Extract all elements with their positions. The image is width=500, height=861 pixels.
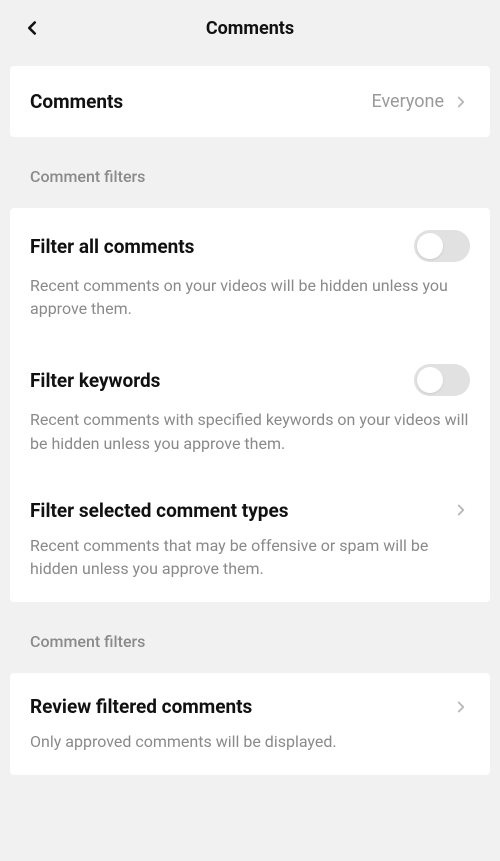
comments-value: Everyone (371, 91, 444, 112)
chevron-right-icon (452, 93, 470, 111)
chevron-right-icon (452, 501, 470, 519)
filter-all-comments-title: Filter all comments (30, 235, 194, 258)
back-button[interactable] (20, 16, 44, 40)
filter-types-desc: Recent comments that may be offensive or… (30, 522, 470, 602)
filter-types-title: Filter selected comment types (30, 499, 288, 522)
comments-card: Comments Everyone (10, 66, 490, 137)
filter-keywords-item: Filter keywords Recent comments with spe… (30, 342, 470, 476)
filter-all-comments-toggle[interactable] (414, 230, 470, 262)
filter-all-comments-item: Filter all comments Recent comments on y… (30, 208, 470, 342)
review-filtered-item[interactable]: Review filtered comments Only approved c… (30, 673, 470, 775)
chevron-left-icon (21, 17, 43, 39)
filter-types-item[interactable]: Filter selected comment types Recent com… (30, 477, 470, 602)
chevron-right-icon (452, 698, 470, 716)
filter-all-comments-header: Filter all comments (30, 230, 470, 262)
review-card: Review filtered comments Only approved c… (10, 673, 490, 775)
comments-row[interactable]: Comments Everyone (30, 66, 470, 137)
review-filtered-desc: Only approved comments will be displayed… (30, 718, 470, 775)
toggle-knob (417, 233, 443, 259)
filter-types-header: Filter selected comment types (30, 499, 470, 522)
toggle-knob (417, 367, 443, 393)
review-filtered-title: Review filtered comments (30, 695, 252, 718)
comments-value-wrap: Everyone (371, 91, 470, 112)
page-title: Comments (206, 18, 294, 39)
filter-all-comments-desc: Recent comments on your videos will be h… (30, 262, 470, 342)
section-header-filters-1: Comment filters (0, 137, 500, 198)
filter-keywords-toggle[interactable] (414, 364, 470, 396)
header: Comments (0, 0, 500, 56)
filters-card: Filter all comments Recent comments on y… (10, 208, 490, 602)
section-header-filters-2: Comment filters (0, 602, 500, 663)
comments-label: Comments (30, 90, 123, 113)
review-filtered-header: Review filtered comments (30, 695, 470, 718)
filter-keywords-title: Filter keywords (30, 369, 160, 392)
filter-keywords-desc: Recent comments with specified keywords … (30, 396, 470, 476)
filter-keywords-header: Filter keywords (30, 364, 470, 396)
